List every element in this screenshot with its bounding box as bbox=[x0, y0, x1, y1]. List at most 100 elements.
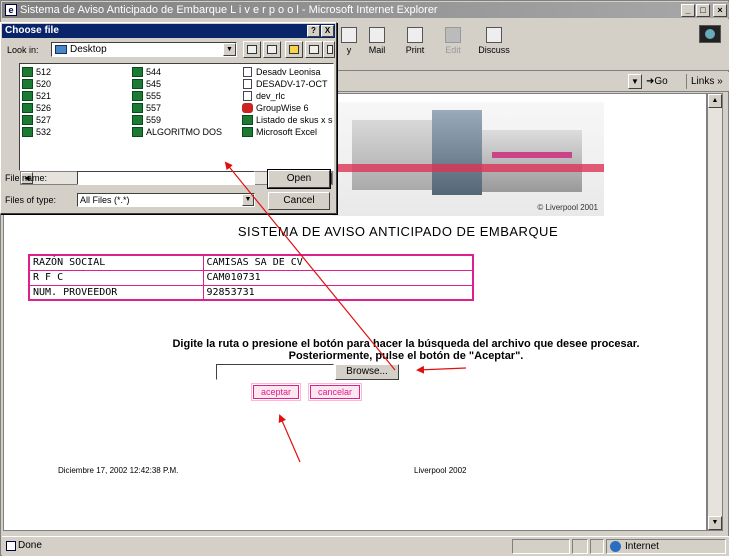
scroll-down-icon[interactable]: ▼ bbox=[708, 516, 722, 530]
minimize-button[interactable]: _ bbox=[681, 4, 695, 17]
desktop-icon bbox=[55, 45, 67, 54]
open-button[interactable]: Open bbox=[267, 169, 331, 189]
file-name-input[interactable] bbox=[77, 171, 255, 185]
excel-file-icon bbox=[132, 103, 143, 113]
cancel-button[interactable]: cancelar bbox=[308, 383, 362, 401]
mail-button[interactable]: Mail bbox=[360, 27, 394, 61]
list-item[interactable]: 527 bbox=[22, 114, 51, 126]
list-item[interactable]: 512 bbox=[22, 66, 51, 78]
list-item[interactable]: DESADV-17-OCT bbox=[242, 78, 333, 90]
go-label: Go bbox=[654, 76, 668, 87]
file-name: Microsoft Excel bbox=[256, 127, 318, 137]
accept-button[interactable]: aceptar bbox=[251, 383, 301, 401]
choose-file-dialog: Choose file ? X Look in: Desktop ▼ 512 5… bbox=[0, 22, 337, 214]
discuss-label: Discuss bbox=[478, 45, 510, 55]
file-name: Desadv Leonisa bbox=[256, 67, 321, 77]
discuss-icon bbox=[486, 27, 502, 43]
file-type-select[interactable]: All Files (*.*) ▼ bbox=[77, 193, 255, 207]
mail-icon bbox=[369, 27, 385, 43]
look-in-dropdown[interactable]: Desktop ▼ bbox=[51, 42, 237, 57]
row-label: RAZÓN SOCIAL bbox=[28, 254, 204, 271]
chevron-down-icon[interactable]: ▼ bbox=[242, 194, 254, 206]
file-name: ALGORITMO DOS bbox=[146, 127, 223, 137]
row-value: CAMISAS SA DE CV bbox=[202, 254, 474, 271]
file-name: 520 bbox=[36, 79, 52, 89]
maximize-button[interactable]: □ bbox=[696, 4, 710, 17]
ie-logo-icon: e bbox=[5, 4, 17, 16]
file-type-value: All Files (*.*) bbox=[80, 195, 130, 205]
banner-stripe bbox=[332, 164, 604, 172]
file-name: 544 bbox=[146, 67, 162, 77]
file-list[interactable]: 512 520 521 526 527 532 544 545 555 557 … bbox=[19, 63, 334, 171]
zone-label: Internet bbox=[625, 541, 659, 552]
row-label: NUM. PROVEEDOR bbox=[28, 284, 204, 301]
excel-file-icon bbox=[132, 67, 143, 77]
file-name: DESADV-17-OCT bbox=[256, 79, 328, 89]
desktop-button[interactable] bbox=[263, 41, 281, 58]
list-item[interactable]: Desadv Leonisa bbox=[242, 66, 333, 78]
edit-button[interactable]: Edit bbox=[436, 27, 470, 61]
file-name: GroupWise 6 bbox=[256, 103, 309, 113]
dialog-help-button[interactable]: ? bbox=[307, 25, 320, 37]
list-item[interactable]: ALGORITMO DOS bbox=[132, 126, 222, 138]
supplier-info-table: RAZÓN SOCIAL CAMISAS SA DE CV R F C CAM0… bbox=[28, 254, 474, 301]
file-name: 521 bbox=[36, 91, 52, 101]
discuss-button[interactable]: Discuss bbox=[474, 27, 514, 61]
dialog-titlebar[interactable]: Choose file ? X bbox=[2, 24, 335, 38]
file-name: 545 bbox=[146, 79, 162, 89]
look-in-label: Look in: bbox=[7, 45, 39, 55]
window-titlebar[interactable]: e Sistema de Aviso Anticipado de Embarqu… bbox=[2, 2, 729, 18]
address-dropdown-icon[interactable]: ▼ bbox=[628, 74, 642, 89]
up-folder-icon bbox=[247, 45, 257, 54]
excel-file-icon bbox=[132, 91, 143, 101]
print-label: Print bbox=[405, 45, 425, 55]
scroll-up-icon[interactable]: ▲ bbox=[708, 94, 722, 108]
footer-brand: Liverpool 2002 bbox=[414, 466, 467, 475]
list-item[interactable]: Listado de skus x sec bbox=[242, 114, 333, 126]
file-name: 527 bbox=[36, 115, 52, 125]
browse-button[interactable]: Browse... bbox=[335, 364, 399, 380]
look-in-value: Desktop bbox=[70, 44, 107, 55]
excel-file-icon bbox=[132, 127, 143, 137]
excel-file-icon bbox=[22, 91, 33, 101]
chevron-down-icon[interactable]: ▼ bbox=[223, 43, 236, 56]
list-item[interactable]: 526 bbox=[22, 102, 51, 114]
list-item[interactable]: 545 bbox=[132, 78, 222, 90]
file-name-label: File name: bbox=[5, 173, 48, 183]
excel-file-icon bbox=[22, 67, 33, 77]
details-view-button[interactable] bbox=[323, 41, 335, 58]
list-item[interactable]: GroupWise 6 bbox=[242, 102, 333, 114]
print-icon bbox=[407, 27, 423, 43]
list-item[interactable]: Microsoft Excel bbox=[242, 126, 333, 138]
list-item[interactable]: 532 bbox=[22, 126, 51, 138]
list-view-button[interactable] bbox=[305, 41, 323, 58]
list-item[interactable]: 544 bbox=[132, 66, 222, 78]
list-item[interactable]: 557 bbox=[132, 102, 222, 114]
file-name: 559 bbox=[146, 115, 162, 125]
dialog-cancel-button[interactable]: Cancel bbox=[268, 192, 330, 210]
list-item[interactable]: 520 bbox=[22, 78, 51, 90]
links-button[interactable]: Links » bbox=[686, 74, 728, 89]
vertical-scrollbar[interactable]: ▲ ▼ bbox=[707, 93, 723, 531]
dialog-close-button[interactable]: X bbox=[321, 25, 334, 37]
file-column-2: 544 545 555 557 559 ALGORITMO DOS bbox=[132, 66, 222, 138]
status-bar: Done Internet bbox=[2, 536, 729, 556]
file-path-input[interactable] bbox=[216, 364, 334, 380]
list-item[interactable]: 555 bbox=[132, 90, 222, 102]
list-item[interactable]: 559 bbox=[132, 114, 222, 126]
mail-label: Mail bbox=[368, 45, 386, 55]
file-name: 512 bbox=[36, 67, 52, 77]
new-folder-button[interactable] bbox=[285, 41, 303, 58]
list-item[interactable]: dev_rlc bbox=[242, 90, 333, 102]
print-button[interactable]: Print bbox=[398, 27, 432, 61]
up-folder-button[interactable] bbox=[243, 41, 261, 58]
list-item[interactable]: 521 bbox=[22, 90, 51, 102]
go-button[interactable]: ➜Go bbox=[646, 74, 682, 89]
status-label: Done bbox=[18, 540, 42, 551]
edit-icon bbox=[445, 27, 461, 43]
excel-app-icon bbox=[242, 127, 253, 137]
excel-file-icon bbox=[22, 115, 33, 125]
instruction-line-1: Digite la ruta o presione el botón para … bbox=[172, 338, 640, 350]
list-view-icon bbox=[309, 45, 319, 54]
close-button[interactable]: × bbox=[713, 4, 727, 17]
